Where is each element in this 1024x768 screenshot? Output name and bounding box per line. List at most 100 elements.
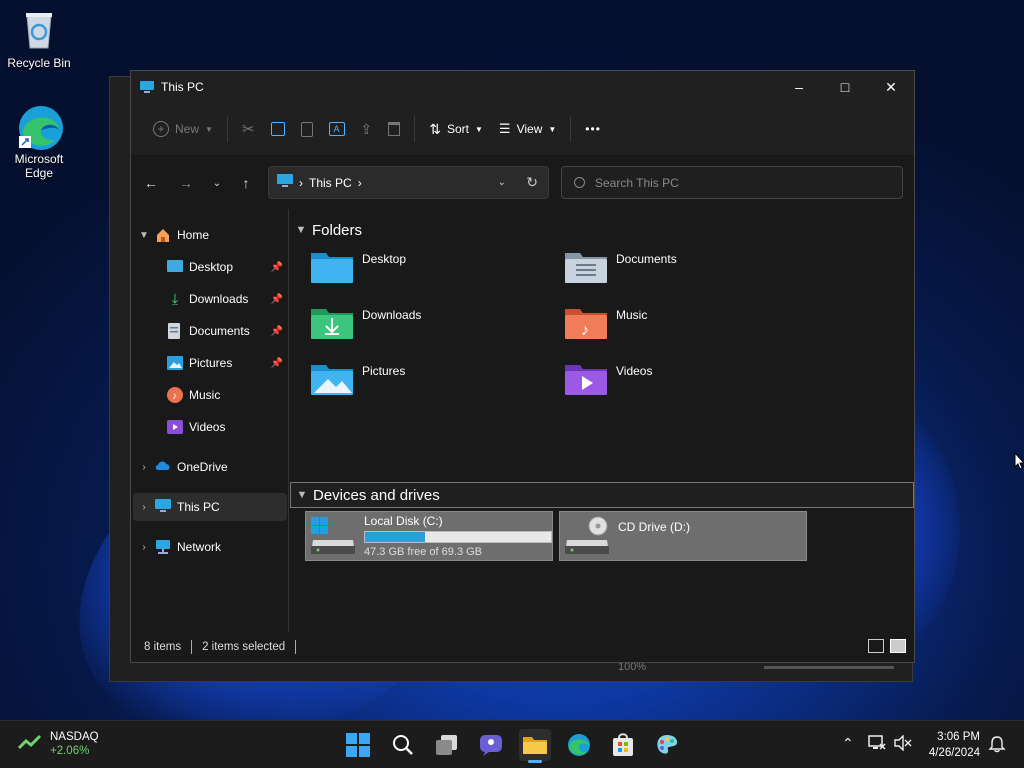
nav-item-network[interactable]: › Network	[133, 533, 287, 561]
search-button[interactable]	[387, 729, 419, 761]
recent-locations-button[interactable]: ⌄	[205, 171, 229, 195]
address-dropdown-icon[interactable]: ⌄	[498, 177, 506, 188]
chat-button[interactable]	[475, 729, 507, 761]
this-pc-icon	[155, 499, 171, 515]
edge-icon	[17, 104, 63, 150]
search-box[interactable]: Search This PC	[561, 166, 903, 199]
window-title: This PC	[161, 80, 204, 94]
nav-item-onedrive[interactable]: › OneDrive	[133, 453, 287, 481]
chevron-right-icon[interactable]: ›	[133, 462, 155, 473]
chevron-down-icon[interactable]: ▼	[133, 230, 155, 241]
nav-label: Desktop	[189, 260, 234, 274]
folder-downloads[interactable]: Downloads	[310, 303, 550, 351]
maximize-button[interactable]: □	[822, 71, 868, 103]
cd-drive-icon	[564, 516, 610, 556]
cut-button[interactable]: ✂	[234, 113, 263, 145]
pin-icon: 📌	[270, 325, 283, 337]
nav-item-music[interactable]: ♪ Music	[133, 381, 287, 409]
zoom-slider[interactable]	[764, 666, 894, 669]
network-status-icon[interactable]	[868, 735, 886, 754]
show-hidden-icons-chevron-icon[interactable]: ⌃	[842, 735, 854, 752]
windows-logo-icon	[346, 733, 370, 757]
delete-button[interactable]	[380, 113, 408, 145]
nav-item-this-pc[interactable]: › This PC	[133, 493, 287, 521]
videos-icon	[167, 419, 183, 435]
paint-button[interactable]	[651, 729, 683, 761]
volume-muted-icon[interactable]	[894, 734, 912, 754]
paint-palette-icon	[657, 735, 678, 754]
paste-button[interactable]	[293, 113, 321, 145]
desktop-icon-recycle-bin[interactable]: Recycle Bin	[4, 8, 74, 70]
nav-label: This PC	[177, 500, 220, 514]
copy-button[interactable]	[263, 113, 293, 145]
status-divider	[295, 640, 297, 654]
nav-item-home[interactable]: ▼ Home	[133, 221, 287, 249]
nav-item-videos[interactable]: Videos	[133, 413, 287, 441]
store-button[interactable]	[607, 729, 639, 761]
chevron-right-icon[interactable]: ›	[133, 542, 155, 553]
drive-free-space: 47.3 GB free of 69.3 GB	[364, 546, 483, 558]
start-button[interactable]	[342, 729, 374, 761]
desktop-icon-edge[interactable]: Microsoft Edge	[4, 104, 74, 180]
nav-item-desktop[interactable]: Desktop 📌	[133, 253, 287, 281]
drive-name: Local Disk (C:)	[364, 514, 443, 528]
up-button[interactable]: ↑	[234, 171, 258, 195]
hard-drive-icon	[310, 516, 356, 556]
folder-label: Music	[616, 308, 648, 322]
back-button[interactable]: ←	[139, 171, 163, 195]
new-button[interactable]: + New ▼	[145, 113, 221, 145]
task-view-button[interactable]	[431, 729, 463, 761]
folder-desktop[interactable]: Desktop	[310, 247, 550, 295]
forward-button[interactable]: →	[174, 171, 198, 195]
group-header-devices[interactable]: ▼ Devices and drives	[290, 482, 914, 508]
details-view-button[interactable]	[868, 639, 884, 653]
content-pane: ▼ Folders Desktop Documents Downloads ♪ …	[290, 209, 914, 634]
navigation-pane: ▼ Home Desktop 📌 ⤓ Downloads 📌 Documents…	[131, 209, 289, 634]
nav-label: OneDrive	[177, 460, 228, 474]
sort-icon: ⇅	[429, 120, 441, 137]
desktop-icon-label: Microsoft Edge	[14, 152, 64, 180]
document-icon	[167, 323, 183, 339]
trash-icon	[388, 122, 401, 136]
more-options-button[interactable]: •••	[577, 113, 609, 145]
stocks-widget[interactable]: NASDAQ +2.06%	[17, 730, 99, 757]
share-button[interactable]: ⇪	[353, 113, 381, 145]
clock-time: 3:06 PM	[937, 731, 980, 743]
list-view-icon: ☰	[498, 121, 511, 136]
breadcrumb-this-pc[interactable]: This PC	[309, 176, 352, 190]
drive-cd-d[interactable]: CD Drive (D:)	[559, 511, 807, 561]
drive-local-disk-c[interactable]: Local Disk (C:) 47.3 GB free of 69.3 GB	[305, 511, 553, 561]
system-clock[interactable]: 3:06 PM 4/26/2024	[929, 729, 980, 761]
this-pc-icon	[139, 79, 155, 95]
notifications-icon[interactable]	[988, 735, 1006, 756]
file-explorer-taskbar-button[interactable]	[519, 729, 551, 763]
search-icon	[574, 177, 585, 188]
minimize-button[interactable]: –	[776, 71, 822, 103]
group-header-folders[interactable]: ▼ Folders	[290, 217, 914, 243]
folder-pictures[interactable]: Pictures	[310, 359, 550, 407]
stock-change: +2.06%	[50, 745, 90, 757]
title-bar[interactable]: This PC – □ ✕	[131, 71, 914, 103]
clock-date: 4/26/2024	[928, 747, 980, 759]
rename-button[interactable]: A	[321, 113, 353, 145]
folder-videos[interactable]: Videos	[564, 359, 804, 407]
nav-item-downloads[interactable]: ⤓ Downloads 📌	[133, 285, 287, 313]
pin-icon: 📌	[270, 261, 283, 273]
nav-item-pictures[interactable]: Pictures 📌	[133, 349, 287, 377]
tiles-view-button[interactable]	[890, 639, 906, 653]
folder-documents[interactable]: Documents	[564, 247, 804, 295]
address-bar[interactable]: › This PC › ⌄ ↻	[268, 166, 549, 199]
close-button[interactable]: ✕	[868, 71, 914, 103]
nav-item-documents[interactable]: Documents 📌	[133, 317, 287, 345]
nav-label: Pictures	[189, 356, 233, 370]
disk-usage-bar	[364, 531, 552, 543]
task-view-icon	[436, 735, 457, 755]
refresh-icon[interactable]: ↻	[526, 174, 538, 191]
edge-taskbar-button[interactable]	[563, 729, 595, 761]
view-button[interactable]: ☰ View ▼	[491, 113, 564, 145]
folder-music[interactable]: ♪ Music	[564, 303, 804, 351]
file-explorer-window[interactable]: This PC – □ ✕ + New ▼ ✂ A ⇪ ⇅ Sort ▼ ☰ V…	[130, 70, 915, 663]
chevron-right-icon[interactable]: ›	[133, 502, 155, 513]
plus-icon: +	[153, 121, 169, 137]
sort-button[interactable]: ⇅ Sort ▼	[421, 113, 491, 145]
